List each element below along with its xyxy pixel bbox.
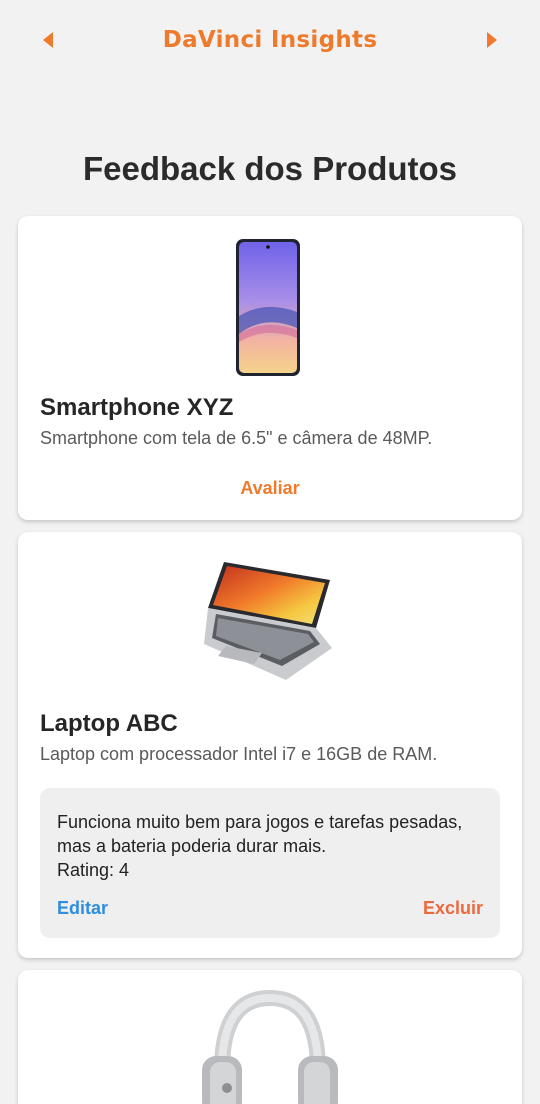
smartphone-image (18, 238, 522, 378)
product-name: Laptop ABC (40, 710, 178, 737)
product-name: Smartphone XYZ (40, 394, 234, 421)
product-card: Laptop ABC Laptop com processador Intel … (18, 532, 522, 958)
product-card (18, 970, 522, 1104)
edit-button[interactable]: Editar (57, 898, 108, 919)
headphones-image (18, 990, 522, 1104)
product-description: Smartphone com tela de 6.5" e câmera de … (40, 428, 433, 448)
triangle-left-icon[interactable] (36, 28, 60, 52)
review-rating: Rating: 4 (57, 860, 130, 880)
app-header: DaVinci Insights (0, 0, 540, 80)
review-box: Funciona muito bem para jogos e tarefas … (40, 788, 500, 938)
triangle-right-icon[interactable] (480, 28, 504, 52)
product-card: Smartphone XYZ Smartphone com tela de 6.… (18, 216, 522, 520)
product-description: Laptop com processador Intel i7 e 16GB d… (40, 744, 438, 764)
page-title: Feedback dos Produtos (82, 150, 458, 187)
laptop-image (18, 558, 522, 684)
review-text: Funciona muito bem para jogos e tarefas … (57, 812, 463, 856)
rate-button[interactable]: Avaliar (18, 478, 522, 499)
delete-button[interactable]: Excluir (423, 898, 483, 919)
app-title: DaVinci Insights (162, 27, 378, 53)
